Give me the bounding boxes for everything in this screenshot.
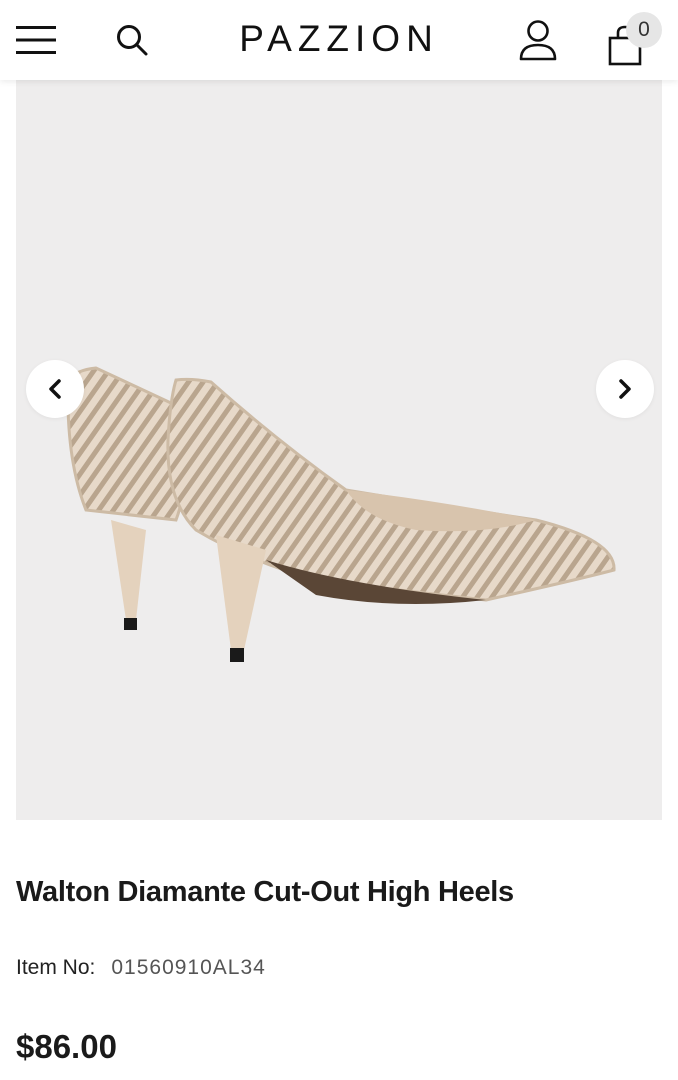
menu-button[interactable] [10,16,62,64]
product-gallery[interactable] [16,80,662,820]
item-number-label: Item No: [16,956,96,979]
brand-logo: PAZZION [0,14,678,64]
cart-button[interactable]: 0 [598,10,666,70]
cart-count-badge: 0 [626,12,662,48]
product-price: $86.00 [16,1028,117,1065]
next-image-button[interactable] [596,360,654,418]
product-image [66,366,616,662]
logo-text[interactable]: PAZZION [239,18,439,60]
hamburger-menu-icon [16,26,56,54]
product-title: Walton Diamante Cut-Out High Heels [16,876,514,908]
chevron-right-icon [619,379,631,399]
search-button[interactable] [106,16,158,64]
item-number-value: 01560910AL34 [111,956,266,979]
site-header: PAZZION 0 [0,0,678,80]
account-button[interactable] [510,14,566,66]
user-icon [519,20,557,61]
chevron-left-icon [49,379,61,399]
search-icon [117,25,148,56]
item-number-row: Item No: 01560910AL34 [16,956,266,980]
previous-image-button[interactable] [26,360,84,418]
